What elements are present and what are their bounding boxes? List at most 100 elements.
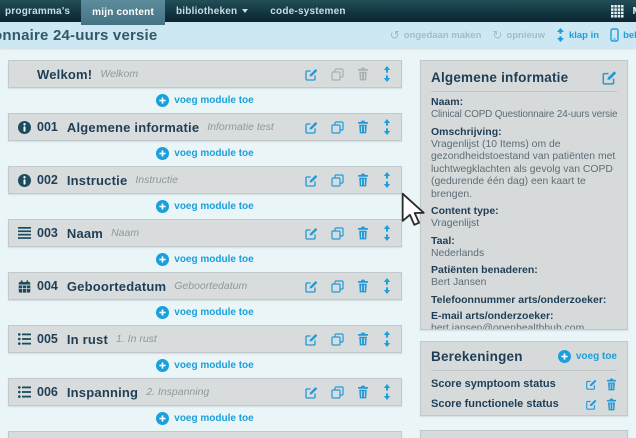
nav-item-bibliotheken[interactable]: bibliotheken	[165, 0, 259, 22]
add-module-row: voeg module toe	[8, 300, 402, 325]
module-actions	[304, 384, 392, 400]
page-title: onnaire 24-uurs versie	[0, 26, 158, 44]
add-module-label: voeg module toe	[174, 413, 254, 424]
list-icon	[18, 386, 37, 398]
edit-calculation-button[interactable]	[585, 378, 597, 390]
field-label: Taal:	[431, 234, 455, 247]
plus-icon	[156, 412, 170, 425]
title-bar-actions: ↺ ongedaan maken ↻ opnieuw klap in be	[390, 22, 636, 48]
delete-calculation-button[interactable]	[606, 378, 617, 391]
module-subtitle: 2. Inspanning	[146, 386, 210, 398]
module-row-welkom[interactable]: Welkom! Welkom	[8, 60, 402, 88]
module-row-partial[interactable]	[8, 431, 402, 438]
add-calculation-button[interactable]: voeg toe	[557, 350, 617, 363]
add-module-button[interactable]: voeg module toe	[156, 147, 254, 160]
move-module-handle[interactable]	[382, 172, 392, 188]
delete-calculation-button[interactable]	[606, 398, 617, 411]
move-module-handle[interactable]	[382, 384, 392, 400]
module-row-006[interactable]: 006 Inspanning 2. Inspanning	[8, 378, 402, 406]
move-module-handle[interactable]	[382, 278, 392, 294]
move-module-handle[interactable]	[382, 225, 392, 241]
module-title: Welkom!	[37, 66, 93, 82]
collapse-arrows-icon	[556, 28, 565, 42]
module-number: 001	[37, 120, 58, 134]
edit-module-button[interactable]	[304, 385, 318, 399]
undo-button[interactable]: ↺ ongedaan maken	[390, 29, 482, 41]
module-title: Algemene informatie	[66, 119, 200, 135]
add-module-button[interactable]: voeg module toe	[156, 200, 254, 213]
add-module-label: voeg module toe	[174, 95, 254, 106]
copy-module-button[interactable]	[331, 279, 344, 293]
info-icon	[18, 120, 37, 134]
module-row-004[interactable]: 004 Geboortedatum Geboortedatum	[8, 272, 402, 300]
delete-module-button[interactable]	[357, 332, 369, 346]
edit-module-button[interactable]	[304, 67, 318, 81]
delete-module-button[interactable]	[357, 226, 369, 240]
navbar-partial-label[interactable]: M	[633, 6, 636, 17]
delete-module-button[interactable]	[357, 279, 369, 293]
move-module-handle[interactable]	[382, 66, 392, 82]
edit-calculation-button[interactable]	[585, 398, 597, 410]
field-value: Nederlands	[431, 247, 485, 259]
edit-info-button[interactable]	[601, 69, 617, 85]
module-row-005[interactable]: 005 In rust 1. In rust	[8, 325, 402, 353]
module-row-002[interactable]: 002 Instructie Instructie	[8, 166, 402, 194]
delete-module-button[interactable]	[357, 173, 369, 187]
module-title: In rust	[66, 331, 108, 347]
add-module-button[interactable]: voeg module toe	[156, 253, 254, 266]
copy-module-button[interactable]	[331, 332, 344, 346]
edit-module-button[interactable]	[304, 226, 318, 240]
app-window: programma's mijn content bibliotheken co…	[0, 0, 636, 438]
module-row-001[interactable]: 001 Algemene informatie Informatie test	[8, 113, 402, 141]
redo-button[interactable]: ↻ opnieuw	[492, 29, 545, 41]
add-module-row: voeg module toe	[8, 88, 402, 113]
redo-icon: ↻	[492, 28, 503, 42]
delete-module-button[interactable]	[357, 385, 369, 399]
add-module-button[interactable]: voeg module toe	[156, 94, 254, 107]
move-module-handle[interactable]	[382, 331, 392, 347]
edit-module-button[interactable]	[304, 120, 318, 134]
panel-title: Algemene informatie	[431, 69, 569, 85]
nav-item-programmas[interactable]: programma's	[0, 0, 81, 22]
copy-module-button[interactable]	[331, 67, 344, 81]
plus-icon	[156, 200, 170, 213]
collapse-all-button[interactable]: klap in	[556, 28, 599, 42]
module-title: Geboortedatum	[66, 278, 167, 294]
field-value: Vragenlijst	[431, 218, 480, 229]
delete-module-button[interactable]	[357, 67, 369, 81]
edit-module-button[interactable]	[304, 173, 318, 187]
module-row-003[interactable]: 003 Naam Naam	[8, 219, 402, 247]
preview-button[interactable]: bekijk	[610, 28, 636, 42]
redo-label: opnieuw	[506, 29, 545, 41]
copy-module-button[interactable]	[331, 120, 344, 134]
sidebar: Algemene informatie Naam: Clinical COPD …	[420, 60, 628, 438]
module-number: 005	[37, 332, 58, 346]
main-area: Welkom! Welkom voeg module toe 001 Algem…	[0, 48, 636, 438]
calculation-row[interactable]: Score functionele status	[431, 394, 617, 414]
apps-grid-icon[interactable]	[610, 4, 624, 18]
field-label: Patiënten benaderen:	[431, 264, 538, 276]
move-module-handle[interactable]	[382, 119, 392, 135]
add-module-row: voeg module toe	[8, 141, 402, 166]
edit-module-button[interactable]	[304, 332, 318, 346]
add-module-button[interactable]: voeg module toe	[156, 359, 254, 372]
title-bar: onnaire 24-uurs versie ↺ ongedaan maken …	[0, 22, 636, 48]
plus-icon	[156, 306, 170, 319]
field-value: Bert Jansen	[431, 277, 487, 288]
plus-icon	[156, 359, 170, 372]
collapse-label: klap in	[568, 29, 600, 41]
delete-module-button[interactable]	[357, 120, 369, 134]
copy-module-button[interactable]	[331, 226, 344, 240]
nav-item-code-systemen[interactable]: code-systemen	[259, 0, 356, 22]
add-module-button[interactable]: voeg module toe	[156, 306, 254, 319]
copy-module-button[interactable]	[331, 173, 344, 187]
preview-label: bekijk	[623, 29, 636, 41]
copy-module-button[interactable]	[331, 385, 344, 399]
module-number: 002	[37, 173, 58, 187]
module-number: 003	[37, 226, 58, 240]
edit-module-button[interactable]	[304, 279, 318, 293]
nav-item-label: bibliotheken	[176, 5, 238, 17]
add-module-button[interactable]: voeg module toe	[156, 412, 254, 425]
calculation-row[interactable]: Score symptoom status	[431, 374, 617, 394]
nav-item-mijn-content[interactable]: mijn content	[81, 0, 165, 25]
